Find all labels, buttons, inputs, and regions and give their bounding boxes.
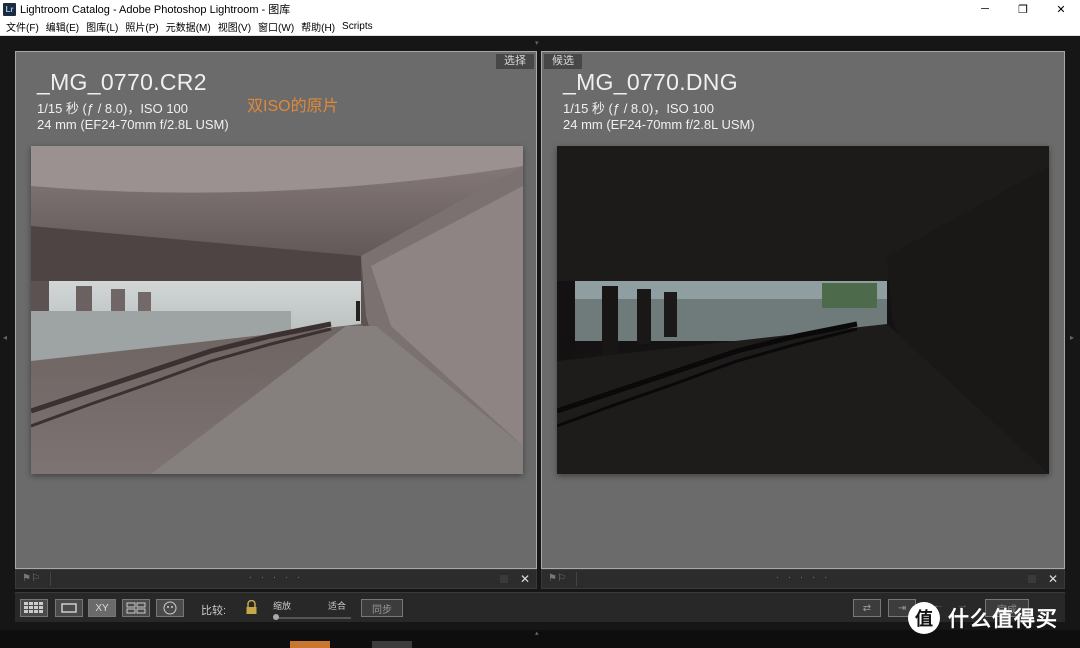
watermark: 值 什么值得买	[908, 602, 1058, 634]
candidate-panel-footer: ⚑⚐ · · · · · ✕	[541, 569, 1065, 589]
menu-edit[interactable]: 编辑(E)	[46, 19, 79, 34]
survey-view-button[interactable]	[122, 599, 150, 617]
sync-button[interactable]: 同步	[361, 599, 403, 617]
flag-icon[interactable]: ⚑⚐	[22, 573, 40, 584]
menu-view[interactable]: 视图(V)	[218, 19, 251, 34]
menu-file[interactable]: 文件(F)	[6, 19, 39, 34]
zoom-slider-track[interactable]	[273, 617, 351, 619]
grid-view-button[interactable]	[20, 599, 48, 617]
watermark-logo-icon: 值	[908, 602, 940, 634]
select-tag: 选择	[496, 54, 534, 69]
select-exposure-info: 1/15 秒 (ƒ / 8.0)，ISO 100	[37, 101, 189, 116]
select-panel-footer: ⚑⚐ · · · · · ✕	[15, 569, 537, 589]
loupe-view-button[interactable]	[55, 599, 83, 617]
menu-scripts[interactable]: Scripts	[342, 21, 373, 32]
menu-bar: 文件(F) 编辑(E) 图库(L) 照片(P) 元数据(M) 视图(V) 窗口(…	[0, 18, 1080, 36]
menu-window[interactable]: 窗口(W)	[258, 19, 294, 34]
window-controls: ─ ❐ ✕	[966, 0, 1080, 18]
menu-metadata[interactable]: 元数据(M)	[166, 19, 211, 34]
close-candidate-button[interactable]: ✕	[1048, 572, 1058, 586]
filmstrip-thumbnail[interactable]	[372, 641, 412, 648]
right-panel-toggle-icon[interactable]: ▸	[1070, 333, 1074, 342]
close-window-button[interactable]: ✕	[1042, 0, 1080, 18]
menu-help[interactable]: 帮助(H)	[301, 19, 335, 34]
bottom-panel-toggle-icon[interactable]: ▴	[535, 629, 539, 637]
compare-label: 比较:	[201, 605, 227, 617]
candidate-photo[interactable]	[557, 146, 1049, 474]
survey-icon	[126, 602, 146, 614]
menu-photo[interactable]: 照片(P)	[125, 19, 158, 34]
select-lens-info: 24 mm (EF24-70mm f/2.8L USM)	[37, 117, 229, 132]
top-panel-toggle-icon[interactable]: ▾	[535, 39, 539, 47]
people-view-button[interactable]	[156, 599, 184, 617]
star-rating-dots[interactable]: · · · · ·	[249, 572, 304, 583]
divider	[50, 572, 51, 586]
grid-icon	[24, 602, 43, 613]
title-bar: Lr Lightroom Catalog - Adobe Photoshop L…	[0, 0, 1080, 18]
lightroom-app-icon: Lr	[3, 2, 16, 16]
face-icon	[163, 601, 177, 615]
select-filename: _MG_0770.CR2	[37, 69, 207, 95]
candidate-lens-info: 24 mm (EF24-70mm f/2.8L USM)	[563, 117, 755, 132]
lock-icon[interactable]	[245, 600, 258, 615]
annotation-text: 双ISO的原片	[247, 98, 339, 115]
zoom-label: 缩放	[273, 601, 292, 611]
candidate-exposure-info: 1/15 秒 (ƒ / 8.0)，ISO 100	[563, 101, 715, 116]
maximize-button[interactable]: ❐	[1004, 0, 1042, 18]
minimize-button[interactable]: ─	[966, 0, 1004, 18]
flag-icon[interactable]: ⚑⚐	[548, 573, 566, 584]
close-select-button[interactable]: ✕	[520, 572, 530, 586]
left-panel-toggle-icon[interactable]: ◂	[3, 333, 7, 342]
zoom-slider-thumb[interactable]	[273, 614, 279, 620]
color-label-icon[interactable]	[500, 575, 508, 583]
color-label-icon[interactable]	[1028, 575, 1036, 583]
fit-label: 适合	[328, 601, 347, 611]
candidate-filename: _MG_0770.DNG	[563, 69, 738, 95]
menu-library[interactable]: 图库(L)	[86, 19, 118, 34]
loupe-icon	[61, 603, 77, 613]
swap-button[interactable]: ⇄	[853, 599, 881, 617]
divider	[576, 572, 577, 586]
watermark-text: 什么值得买	[948, 608, 1058, 631]
candidate-compare-panel[interactable]: 候选 _MG_0770.DNG 1/15 秒 (ƒ / 8.0)，ISO 100…	[541, 51, 1065, 569]
filmstrip-thumbnail[interactable]	[290, 641, 330, 648]
window-title: Lightroom Catalog - Adobe Photoshop Ligh…	[20, 4, 291, 16]
star-rating-dots[interactable]: · · · · ·	[776, 572, 831, 583]
select-compare-panel[interactable]: 选择 _MG_0770.CR2 1/15 秒 (ƒ / 8.0)，ISO 100…	[15, 51, 537, 569]
select-photo[interactable]	[31, 146, 523, 474]
candidate-tag: 候选	[544, 54, 582, 69]
compare-view-button[interactable]: XY	[88, 599, 116, 617]
